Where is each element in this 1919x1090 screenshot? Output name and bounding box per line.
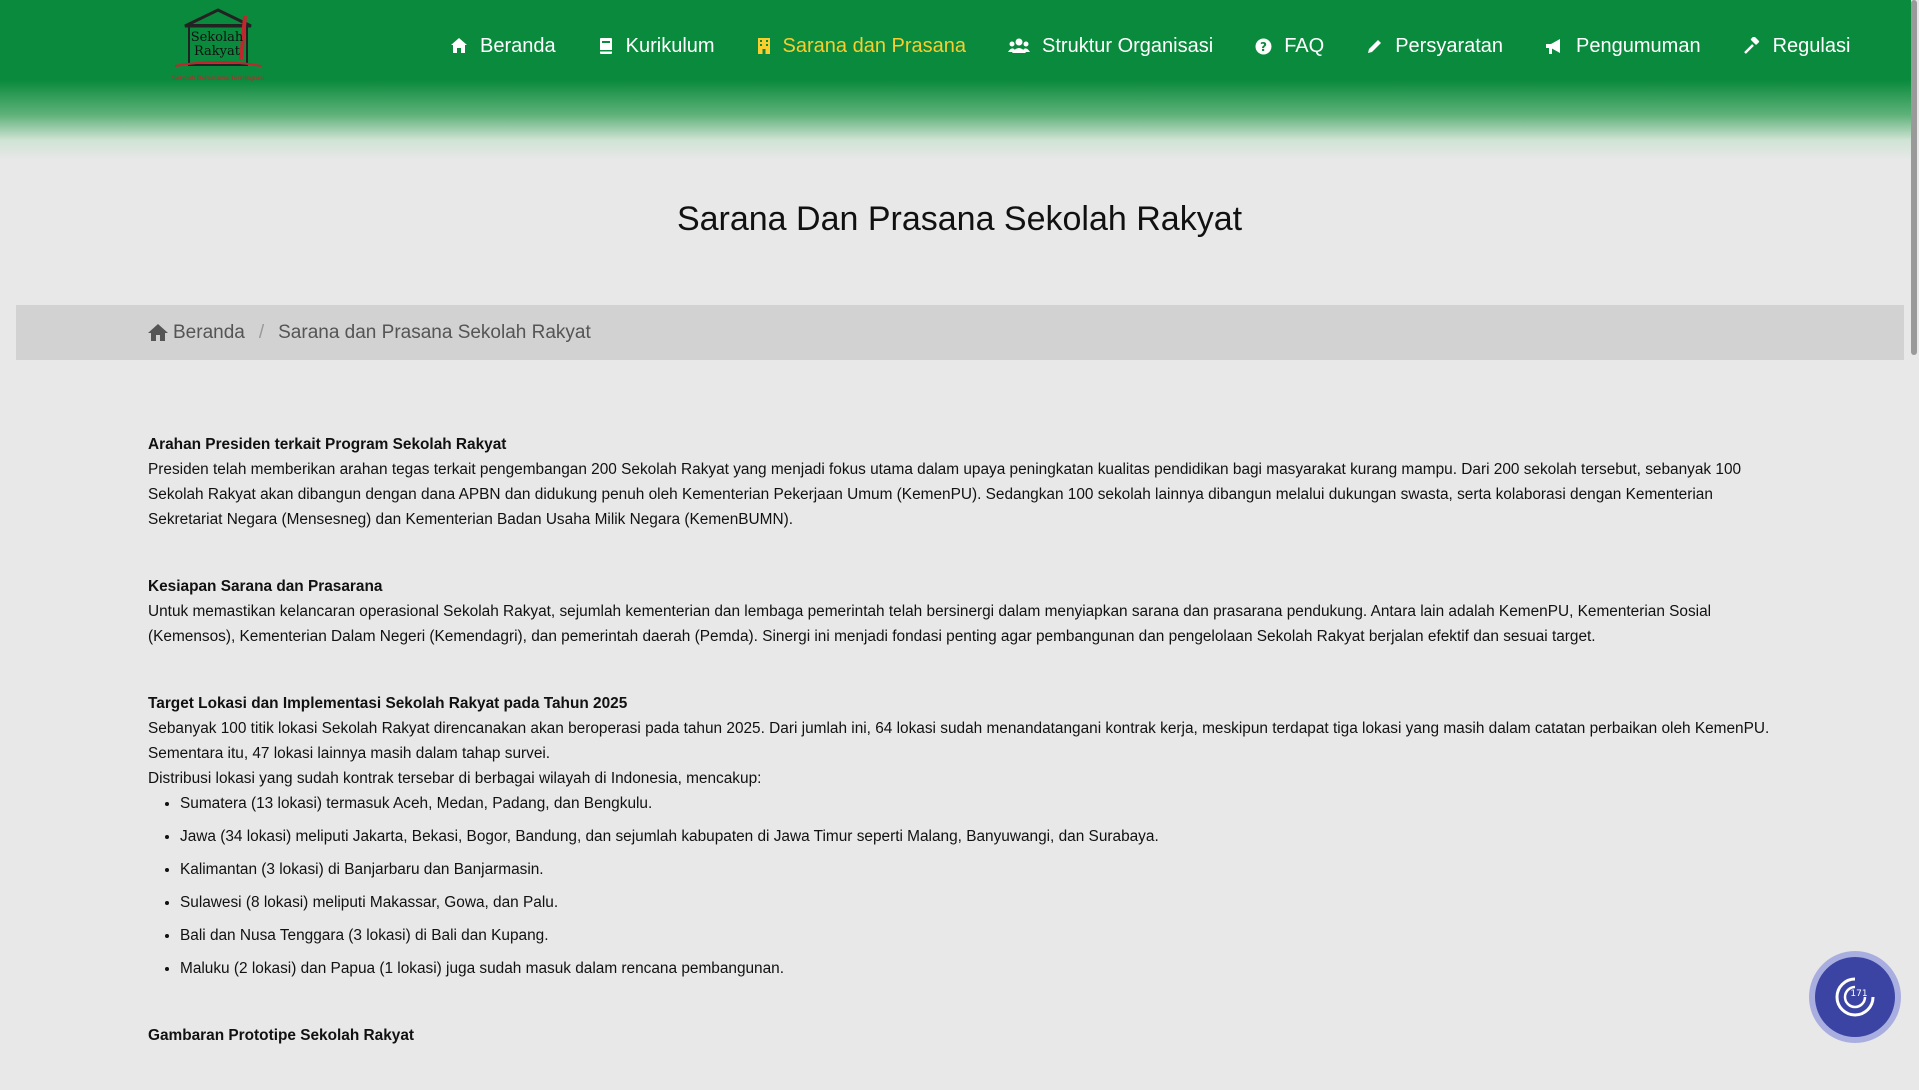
home-icon [451, 38, 467, 53]
svg-text:Sekolah Berasrama Terintegrasi: Sekolah Berasrama Terintegrasi [172, 75, 264, 82]
page-title: Sarana Dan Prasana Sekolah Rakyat [676, 200, 1243, 238]
list-item: Kalimantan (3 lokasi) di Banjarbaru dan … [180, 857, 1774, 882]
nav-item-pengumuman[interactable]: Pengumuman [1545, 35, 1701, 58]
breadcrumb-current: Sarana dan Prasana Sekolah Rakyat [278, 321, 591, 343]
nav-label: Struktur Organisasi [1042, 34, 1214, 57]
users-icon [1008, 38, 1031, 53]
site-header: Sekolah Rakyat Sekolah Berasrama Terinte… [0, 0, 1919, 160]
section-heading: Gambaran Prototipe Sekolah Rakyat [148, 1027, 414, 1044]
main-content: Arahan Presiden terkait Program Sekolah … [148, 432, 1774, 1090]
main-nav: Beranda Kurikulum Sarana dan Prasana Str… [450, 26, 1892, 66]
book-icon [599, 38, 612, 54]
breadcrumb-home-link[interactable]: Beranda [147, 322, 245, 344]
megaphone-icon [1546, 38, 1561, 54]
site-logo[interactable]: Sekolah Rakyat Sekolah Berasrama Terinte… [145, 8, 295, 84]
list-item: Bali dan Nusa Tenggara (3 lokasi) di Bal… [180, 923, 1774, 948]
section-gambaran-prototipe: Gambaran Prototipe Sekolah Rakyat [148, 1023, 1774, 1048]
home-icon [148, 324, 168, 341]
svg-text:171: 171 [1850, 989, 1867, 999]
list-item: Maluku (2 lokasi) dan Papua (1 lokasi) j… [180, 956, 1774, 981]
list-item: Sulawesi (8 lokasi) meliputi Makassar, G… [180, 890, 1774, 915]
building-icon [757, 38, 770, 54]
breadcrumb: Beranda / Sarana dan Prasana Sekolah Rak… [147, 305, 591, 360]
nav-label: Sarana dan Prasana [782, 34, 967, 57]
section-heading: Arahan Presiden terkait Program Sekolah … [148, 436, 507, 453]
nav-label: Pengumuman [1576, 34, 1701, 57]
accessibility-button-inner: 171 [1815, 957, 1895, 1037]
section-target-lokasi: Target Lokasi dan Implementasi Sekolah R… [148, 691, 1774, 981]
nav-label: Beranda [480, 34, 556, 57]
question-circle-icon: ? [1255, 38, 1272, 54]
gavel-icon [1743, 37, 1759, 54]
section-paragraph: Sebanyak 100 titik lokasi Sekolah Rakyat… [148, 720, 1770, 762]
nav-label: Kurikulum [625, 34, 715, 57]
nav-item-persyaratan[interactable]: Persyaratan [1366, 35, 1503, 58]
location-list: Sumatera (13 lokasi) termasuk Aceh, Meda… [148, 791, 1774, 981]
breadcrumb-bar: Beranda / Sarana dan Prasana Sekolah Rak… [16, 305, 1904, 360]
section-arahan-presiden: Arahan Presiden terkait Program Sekolah … [148, 432, 1774, 532]
nav-label: Regulasi [1772, 34, 1851, 57]
nav-item-sarana-dan-prasana[interactable]: Sarana dan Prasana [757, 35, 966, 58]
section-paragraph: Untuk memastikan kelancaran operasional … [148, 603, 1712, 645]
svg-text:?: ? [1260, 40, 1267, 54]
scrollbar-thumb[interactable] [1911, 0, 1917, 355]
breadcrumb-separator: / [258, 321, 265, 343]
nav-item-kurikulum[interactable]: Kurikulum [598, 35, 715, 58]
nav-item-faq[interactable]: ? FAQ [1255, 35, 1324, 58]
section-heading: Kesiapan Sarana dan Prasarana [148, 578, 383, 595]
section-paragraph: Presiden telah memberikan arahan tegas t… [148, 461, 1742, 528]
logo-graphic: Sekolah Rakyat Sekolah Berasrama Terinte… [172, 8, 264, 82]
nav-label: FAQ [1284, 34, 1325, 57]
svg-text:Rakyat: Rakyat [194, 44, 241, 59]
pencil-icon [1368, 39, 1382, 53]
section-intro: Distribusi lokasi yang sudah kontrak ter… [148, 770, 762, 787]
nav-item-beranda[interactable]: Beranda [450, 35, 556, 58]
nav-label: Persyaratan [1395, 34, 1504, 57]
nav-item-regulasi[interactable]: Regulasi [1743, 34, 1851, 58]
nav-item-struktur-organisasi[interactable]: Struktur Organisasi [1008, 35, 1213, 58]
list-item: Jawa (34 lokasi) meliputi Jakarta, Bekas… [180, 824, 1774, 849]
svg-text:Sekolah: Sekolah [191, 30, 244, 45]
section-heading: Target Lokasi dan Implementasi Sekolah R… [148, 695, 628, 712]
section-kesiapan-sarana: Kesiapan Sarana dan Prasarana Untuk mema… [148, 574, 1774, 649]
accessibility-button[interactable]: 171 [1809, 951, 1901, 1043]
breadcrumb-home-label: Beranda [173, 321, 245, 343]
list-item: Sumatera (13 lokasi) termasuk Aceh, Meda… [180, 791, 1774, 816]
accessibility-icon: 171 [1835, 977, 1875, 1017]
